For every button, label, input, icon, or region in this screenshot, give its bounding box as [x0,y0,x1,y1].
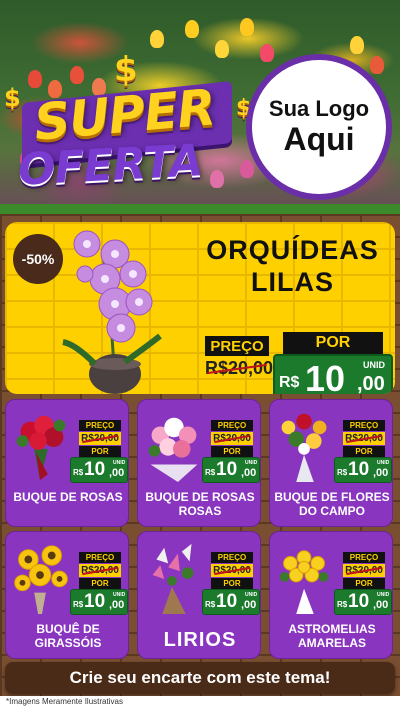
price-cents: ,00 [241,467,257,479]
orchid-icon [62,230,162,394]
grass-strip [0,204,400,214]
price-tag: R$ 10 UNID ,00 [70,589,128,615]
unit-label: UNID [377,460,390,466]
footer: *Imagens Meramente Ilustrativas [0,696,400,711]
currency: R$ [73,600,84,609]
new-price-label: POR [343,578,385,589]
lilies-bouquet-icon [152,543,194,615]
old-price-label: PREÇO [211,552,253,563]
old-price: R$20,00 [205,358,273,379]
price-integer: 10 [348,459,370,480]
price-tag: R$ 10 UNID ,00 [334,589,392,615]
red-roses-bouquet-icon [16,415,66,481]
wildflowers-bouquet-icon [281,413,327,483]
product-name: LIRIOS [163,629,237,651]
price-tag: R$ 10 UNID ,00 [70,457,128,483]
create-flyer-button[interactable]: Crie seu encarte com este tema! [5,662,395,694]
price-integer: 10 [84,591,106,612]
old-price: R$20,00 [79,564,121,577]
sunflowers-bouquet-icon [14,545,68,615]
unit-label: UNID [113,592,126,598]
product-card[interactable]: PREÇOR$20,00POR R$10 UNID,00 LIRIOS [137,531,261,659]
price-cents: ,00 [109,467,125,479]
old-price: R$20,00 [79,432,121,445]
currency: R$ [279,374,300,391]
unit-label: UNID [245,592,258,598]
price-cents: ,00 [373,599,389,611]
price-cents: ,00 [109,599,125,611]
price-tag: R$ 10 UNID ,00 [202,457,260,483]
product-card[interactable]: PREÇOR$20,00POR R$10 UNID,00 BUQUE DE ROSAS [5,399,129,527]
currency: R$ [337,600,348,609]
old-price: R$20,00 [343,432,385,445]
unit-label: UNID [113,460,126,466]
currency: R$ [205,468,216,477]
product-name: BUQUÊ DE GIRASSÓIS [34,622,102,651]
old-price: R$20,00 [211,432,253,445]
featured-product-card[interactable]: -50% ORQUÍDEAS LILAS PREÇO R$20,00 POR R… [5,222,395,394]
price-cents: ,00 [373,467,389,479]
logo-placeholder[interactable]: Sua Logo Aqui [246,54,392,200]
hero-banner: $ $ $ SUPER OFERTA Sua Logo Aqui [0,0,400,214]
new-price-box: POR R$ 10 UNID ,00 [273,332,393,394]
currency: R$ [205,600,216,609]
product-name: BUQUE DE FLORES DO CAMPO [274,490,390,519]
featured-title: ORQUÍDEAS LILAS [206,235,379,298]
price-integer: 10 [216,459,238,480]
price-integer: 10 [305,358,346,394]
dollar-icon: $ [4,84,21,112]
price-tag: R$ 10 UNID ,00 [202,589,260,615]
logo-text-line2: Aqui [283,120,355,157]
product-name: BUQUE DE ROSAS [13,490,123,504]
disclaimer-text: *Imagens Meramente Ilustrativas [6,697,123,706]
price-integer: 10 [84,459,106,480]
yellow-alstroemeria-bouquet-icon [279,550,329,615]
product-card[interactable]: PREÇOR$20,00POR R$10 UNID,00 BUQUE DE FLORE… [269,399,393,527]
new-price-label: POR [211,578,253,589]
product-name: BUQUE DE ROSAS ROSAS [145,490,255,519]
price-tag: R$ 10 UNID ,00 [273,354,393,394]
new-price-label: POR [79,446,121,457]
old-price: R$20,00 [343,564,385,577]
old-price-label: PREÇO [343,420,385,431]
price-cents: ,00 [241,599,257,611]
old-price-label: PREÇO [211,420,253,431]
price-cents: ,00 [357,373,385,394]
oferta-text: OFERTA [16,135,204,196]
logo-text-line1: Sua Logo [268,96,370,122]
unit-label: UNID [377,592,390,598]
new-price-label: POR [79,578,121,589]
product-card[interactable]: PREÇOR$20,00POR R$10 UNID,00 BUQUE DE ROSAS… [137,399,261,527]
old-price-label: PREÇO [343,552,385,563]
new-price-label: POR [343,446,385,457]
product-card[interactable]: PREÇOR$20,00POR R$10 UNID,00 BUQUÊ DEGIRASS… [5,531,129,659]
price-integer: 10 [348,591,370,612]
old-price-label: PREÇO [79,552,121,563]
unit-label: UNID [245,460,258,466]
new-price-label: POR [211,446,253,457]
pink-roses-bouquet-icon [148,417,198,483]
price-integer: 10 [216,591,238,612]
product-card[interactable]: PREÇOR$20,00POR R$10 UNID,00 ASTROMELIASAMA… [269,531,393,659]
super-oferta-badge: $ $ $ SUPER OFERTA [4,50,264,200]
product-name: ASTROMELIAS AMARELAS [288,622,376,651]
new-price-label: POR [283,332,383,354]
old-price-label: PREÇO [205,336,269,356]
currency: R$ [73,468,84,477]
currency: R$ [337,468,348,477]
old-price-label: PREÇO [79,420,121,431]
unit-label: UNID [363,360,385,370]
old-price: R$20,00 [211,564,253,577]
price-tag: R$ 10 UNID ,00 [334,457,392,483]
